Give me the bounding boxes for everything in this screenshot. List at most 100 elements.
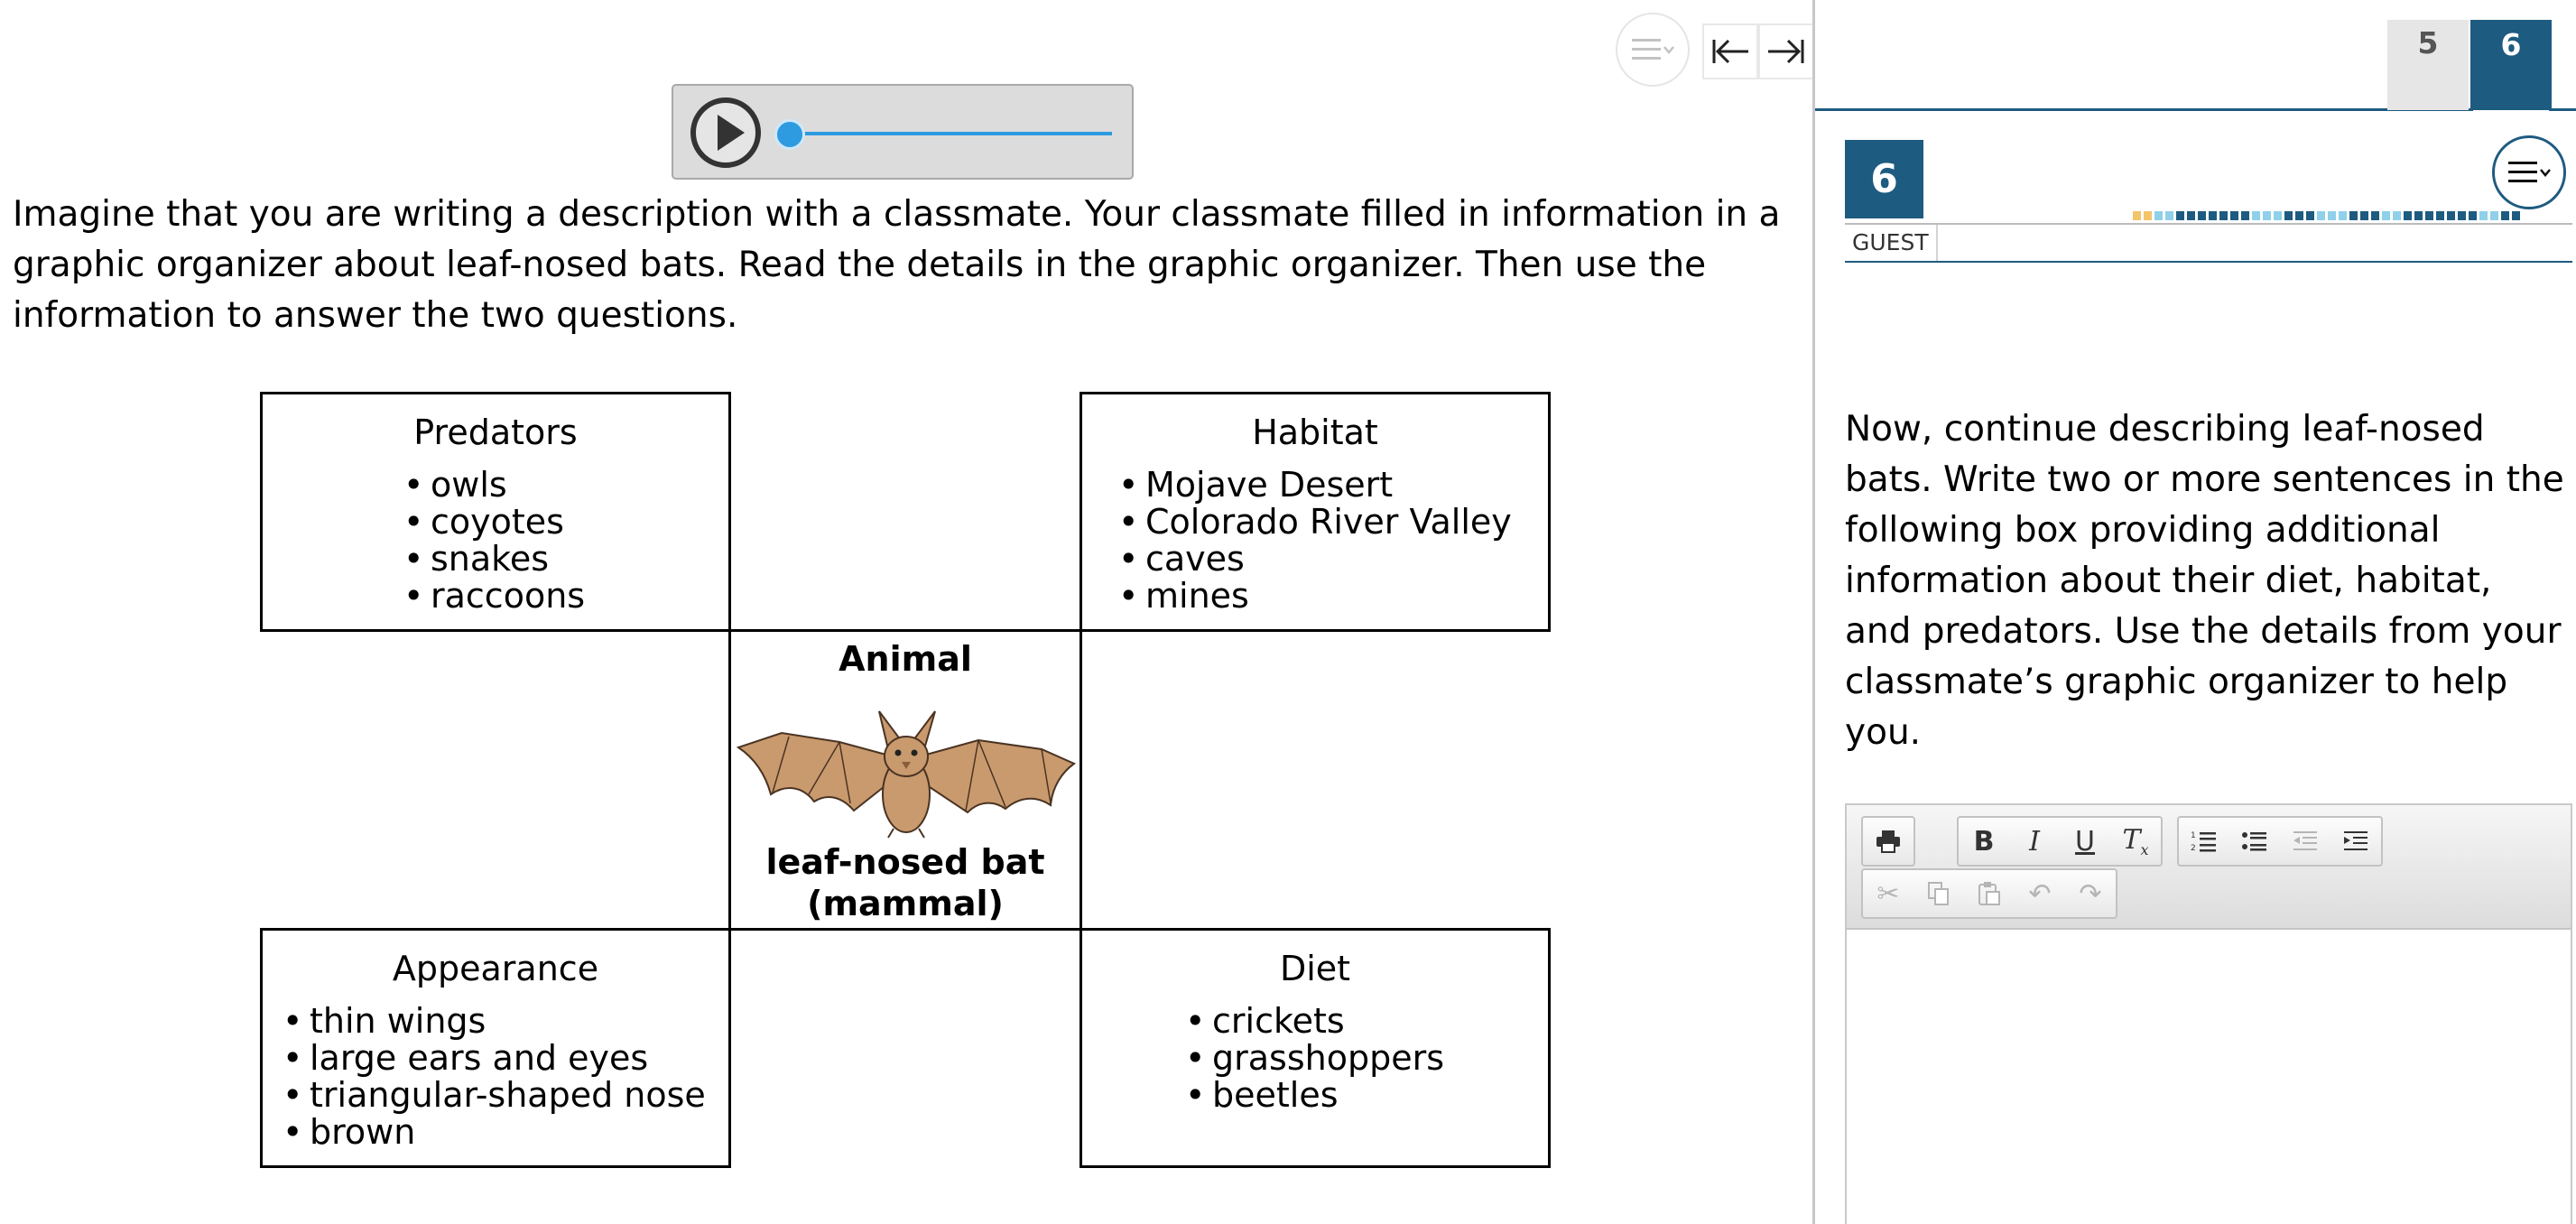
progress-segment xyxy=(2154,211,2163,220)
list-item: Mojave Desert xyxy=(1115,467,1512,505)
predators-list: owls coyotes snakes raccoons xyxy=(400,467,585,616)
progress-segment xyxy=(2263,211,2271,220)
undo-icon: ↶ xyxy=(2028,877,2052,910)
header-rule xyxy=(1845,261,2572,263)
progress-segment xyxy=(2447,211,2455,220)
audio-progress-track[interactable] xyxy=(791,132,1112,135)
bat-illustration xyxy=(736,710,1077,839)
progress-segment xyxy=(2176,211,2184,220)
progress-rule xyxy=(1845,223,2572,225)
progress-segment xyxy=(2382,211,2390,220)
question-number-badge: 6 xyxy=(1845,140,1923,218)
list-item: thin wings xyxy=(279,1003,706,1041)
progress-segment xyxy=(2198,211,2206,220)
hamburger-menu-icon xyxy=(2508,162,2551,182)
decrease-indent-icon xyxy=(2293,831,2317,850)
organizer-predators-box: Predators owls coyotes snakes raccoons xyxy=(260,392,731,632)
question-pane: 5 6 6 GUEST Now, continue describing lea… xyxy=(1815,0,2576,1224)
remove-format-button[interactable]: Tx xyxy=(2110,818,2161,865)
list-item: Colorado River Valley xyxy=(1115,504,1512,542)
increase-indent-icon xyxy=(2344,831,2368,850)
progress-segment xyxy=(2404,211,2412,220)
tab-question-6[interactable]: 6 xyxy=(2470,20,2552,110)
underline-button[interactable]: U xyxy=(2060,818,2110,865)
toolbar-group-format: B I U Tx xyxy=(1957,816,2163,867)
bold-icon: B xyxy=(1973,825,1995,858)
increase-indent-button[interactable] xyxy=(2330,818,2381,865)
svg-text:1: 1 xyxy=(2191,831,2196,840)
play-icon[interactable] xyxy=(690,97,762,169)
paste-button[interactable] xyxy=(1964,870,2015,917)
progress-segment xyxy=(2436,211,2444,220)
hamburger-menu-icon xyxy=(1632,39,1674,60)
remove-format-icon: Tx xyxy=(2122,824,2149,858)
numbered-list-icon: 1 2 xyxy=(2191,831,2216,853)
svg-text:2: 2 xyxy=(2191,844,2196,853)
progress-segment xyxy=(2371,211,2379,220)
test-progress-indicator xyxy=(2133,211,2520,220)
numbered-list-button[interactable]: 1 2 xyxy=(2179,818,2229,865)
question-menu-button[interactable] xyxy=(2492,135,2566,209)
progress-segment xyxy=(2230,211,2238,220)
expand-question-button[interactable] xyxy=(1758,23,1812,79)
progress-segment xyxy=(2284,211,2293,220)
list-item: triangular-shaped nose xyxy=(279,1077,706,1115)
copy-icon xyxy=(1928,882,1949,905)
progress-segment xyxy=(2512,211,2520,220)
toolbar-group-print xyxy=(1861,816,1915,867)
undo-button[interactable]: ↶ xyxy=(2015,870,2065,917)
habitat-heading: Habitat xyxy=(1252,413,1378,452)
cut-button[interactable]: ✂ xyxy=(1863,870,1913,917)
list-item: crickets xyxy=(1181,1003,1444,1041)
progress-segment xyxy=(2339,211,2347,220)
animal-class: (mammal) xyxy=(807,884,1004,923)
print-icon xyxy=(1876,830,1900,853)
progress-segment xyxy=(2133,211,2141,220)
bulleted-list-button[interactable] xyxy=(2229,818,2280,865)
diet-list: crickets grasshoppers beetles xyxy=(1181,1003,1444,1115)
collapse-passage-button[interactable] xyxy=(1702,23,1758,79)
copy-button[interactable] xyxy=(1913,870,1964,917)
progress-segment xyxy=(2187,211,2195,220)
response-text-area[interactable] xyxy=(1847,930,2571,1224)
progress-segment xyxy=(2414,211,2423,220)
progress-segment xyxy=(2360,211,2368,220)
list-item: large ears and eyes xyxy=(279,1040,706,1078)
habitat-list: Mojave Desert Colorado River Valley cave… xyxy=(1115,467,1512,616)
progress-segment xyxy=(2328,211,2336,220)
progress-segment xyxy=(2241,211,2249,220)
question-prompt: Now, continue describing leaf-nosed bats… xyxy=(1845,409,2564,753)
list-item: coyotes xyxy=(400,504,585,542)
progress-segment xyxy=(2295,211,2303,220)
italic-button[interactable]: I xyxy=(2009,818,2060,865)
list-item: mines xyxy=(1115,578,1512,616)
decrease-indent-button[interactable] xyxy=(2280,818,2330,865)
scissors-icon: ✂ xyxy=(1876,877,1900,910)
bulleted-list-icon xyxy=(2242,832,2266,851)
audio-scrubber-handle[interactable] xyxy=(774,119,805,150)
passage-audio-player xyxy=(672,84,1134,180)
organizer-appearance-box: Appearance thin wings large ears and eye… xyxy=(260,928,731,1168)
animal-heading: Animal xyxy=(839,639,972,679)
organizer-habitat-box: Habitat Mojave Desert Colorado River Val… xyxy=(1080,392,1551,632)
appearance-heading: Appearance xyxy=(392,949,599,988)
editor-toolbar: B I U Tx 1 2 ✂ ↶ ↷ xyxy=(1847,805,2571,930)
progress-segment xyxy=(2349,211,2358,220)
list-item: raccoons xyxy=(400,578,585,616)
progress-segment xyxy=(2274,211,2282,220)
print-button[interactable] xyxy=(1863,818,1913,865)
paste-icon xyxy=(1978,882,2000,905)
passage-menu-button[interactable] xyxy=(1616,13,1690,87)
tab-question-5[interactable]: 5 xyxy=(2387,20,2469,110)
progress-segment xyxy=(2393,211,2401,220)
response-editor: B I U Tx 1 2 ✂ ↶ ↷ xyxy=(1845,803,2572,1224)
underline-icon: U xyxy=(2075,825,2095,858)
user-label: GUEST xyxy=(1845,225,1938,261)
redo-button[interactable]: ↷ xyxy=(2065,870,2116,917)
bold-button[interactable]: B xyxy=(1959,818,2009,865)
passage-intro-text: Imagine that you are writing a descripti… xyxy=(13,194,1781,336)
list-item: brown xyxy=(279,1114,706,1152)
predators-heading: Predators xyxy=(413,413,578,452)
italic-icon: I xyxy=(2029,825,2040,858)
progress-segment xyxy=(2317,211,2325,220)
